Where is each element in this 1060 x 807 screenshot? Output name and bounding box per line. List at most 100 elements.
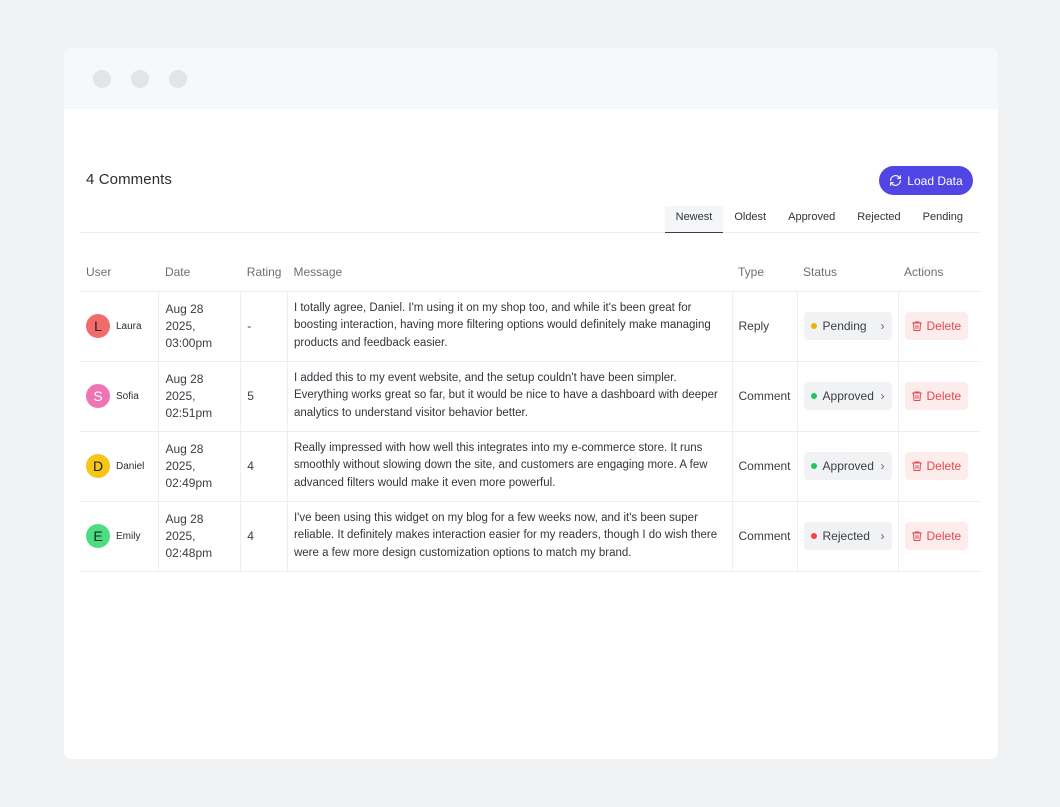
table-row: D Daniel Aug 28 2025, 02:49pm 4 Really im… xyxy=(80,430,980,501)
delete-button[interactable]: Delete xyxy=(904,312,968,340)
delete-label: Delete xyxy=(926,529,962,543)
status-label: Approved xyxy=(822,459,874,473)
status-cell: Rejected › xyxy=(797,500,899,572)
trash-icon xyxy=(911,531,922,541)
status-dot-icon xyxy=(810,323,817,329)
table-row: L Laura Aug 28 2025, 03:00pm - I totally … xyxy=(80,290,980,361)
date-cell: Aug 28 2025, 02:49pm xyxy=(158,430,242,501)
chevron-right-icon: › xyxy=(880,459,885,473)
date-text: Aug 28 2025, xyxy=(165,511,204,543)
avatar: E xyxy=(86,524,110,548)
user-name: Emily xyxy=(116,530,141,542)
status-dot-icon xyxy=(810,393,817,399)
message-text: Really impressed with how well this inte… xyxy=(293,441,708,489)
status-cell: Pending › xyxy=(797,290,899,361)
user-cell: D Daniel xyxy=(80,430,160,501)
trash-icon xyxy=(911,321,922,331)
user-cell: S Sofia xyxy=(80,360,160,431)
delete-label: Delete xyxy=(926,319,962,333)
user-cell: E Emily xyxy=(80,500,160,572)
rating-cell: - xyxy=(240,290,288,361)
tab-oldest[interactable]: Oldest xyxy=(723,206,777,233)
type-cell: Comment xyxy=(732,430,798,501)
comments-table: User Date Rating Message Type Status Actions L… xyxy=(80,253,980,572)
app-window: 4 Comments Load Data Newest Oldest Approve… xyxy=(64,48,998,759)
refresh-icon xyxy=(890,175,902,186)
column-header-date: Date xyxy=(164,264,191,279)
actions-cell: Delete xyxy=(898,290,980,361)
user: E Emily xyxy=(86,524,152,548)
avatar: S xyxy=(86,384,110,408)
window-titlebar xyxy=(64,48,998,109)
date-cell: Aug 28 2025, 02:51pm xyxy=(158,360,242,431)
time-text: 03:00pm xyxy=(165,335,213,350)
delete-button[interactable]: Delete xyxy=(904,452,968,480)
load-data-label: Load Data xyxy=(907,173,963,188)
column-header-type: Type xyxy=(738,264,765,279)
time-text: 02:49pm xyxy=(165,475,213,490)
delete-label: Delete xyxy=(926,389,962,403)
user-name: Daniel xyxy=(116,460,145,472)
status-cell: Approved › xyxy=(797,360,899,431)
rating-cell: 4 xyxy=(240,430,288,501)
date-text: Aug 28 2025, xyxy=(165,301,204,333)
message-cell: I added this to my event website, and th… xyxy=(287,360,733,431)
delete-label: Delete xyxy=(926,459,962,473)
message-text: I totally agree, Daniel. I'm using it on… xyxy=(293,301,711,349)
tab-approved[interactable]: Approved xyxy=(777,206,846,233)
tab-newest[interactable]: Newest xyxy=(664,206,724,233)
type-cell: Comment xyxy=(732,360,798,431)
actions-cell: Delete xyxy=(898,500,980,572)
type-cell: Comment xyxy=(732,500,798,572)
filter-tabs: Newest Oldest Approved Rejected Pending xyxy=(80,206,980,233)
message-text: I've been using this widget on my blog f… xyxy=(293,511,718,559)
status-dot-icon xyxy=(810,533,817,539)
column-header-rating: Rating xyxy=(246,264,282,279)
column-header-status: Status xyxy=(803,264,838,279)
trash-icon xyxy=(911,391,922,401)
rating-cell: 4 xyxy=(240,500,288,572)
column-header-message: Message xyxy=(293,264,343,279)
delete-button[interactable]: Delete xyxy=(904,522,968,550)
table-header-row: User Date Rating Message Type Status Actions xyxy=(80,253,980,291)
status-label: Approved xyxy=(822,389,874,403)
window-dot-icon xyxy=(169,70,187,88)
tab-pending[interactable]: Pending xyxy=(912,206,974,233)
status-dropdown[interactable]: Pending › xyxy=(803,312,892,340)
delete-button[interactable]: Delete xyxy=(904,382,968,410)
status-label: Pending xyxy=(822,319,867,333)
window-dot-icon xyxy=(131,70,149,88)
status-dropdown[interactable]: Approved › xyxy=(803,382,892,410)
date-cell: Aug 28 2025, 02:48pm xyxy=(158,500,242,572)
user: L Laura xyxy=(86,314,152,338)
actions-cell: Delete xyxy=(898,360,980,431)
page-title: 4 Comments xyxy=(86,171,173,188)
user: D Daniel xyxy=(86,454,152,478)
user-cell: L Laura xyxy=(80,290,160,361)
avatar: D xyxy=(86,454,110,478)
message-cell: I totally agree, Daniel. I'm using it on… xyxy=(287,290,733,361)
status-dropdown[interactable]: Rejected › xyxy=(803,522,892,550)
date-cell: Aug 28 2025, 03:00pm xyxy=(158,290,242,361)
type-cell: Reply xyxy=(732,290,798,361)
user-name: Sofia xyxy=(116,390,139,402)
window-dot-icon xyxy=(93,70,111,88)
chevron-right-icon: › xyxy=(880,389,885,403)
user-name: Laura xyxy=(116,320,142,332)
tab-rejected[interactable]: Rejected xyxy=(846,206,911,233)
time-text: 02:48pm xyxy=(165,545,213,560)
table-row: S Sofia Aug 28 2025, 02:51pm 5 I added th… xyxy=(80,360,980,431)
status-dropdown[interactable]: Approved › xyxy=(803,452,892,480)
message-cell: Really impressed with how well this inte… xyxy=(287,430,733,501)
load-data-button[interactable]: Load Data xyxy=(879,166,973,195)
rating-cell: 5 xyxy=(240,360,288,431)
date-text: Aug 28 2025, xyxy=(165,441,204,473)
message-cell: I've been using this widget on my blog f… xyxy=(287,500,733,572)
status-label: Rejected xyxy=(822,529,870,543)
table-row: E Emily Aug 28 2025, 02:48pm 4 I've been … xyxy=(80,500,980,572)
status-cell: Approved › xyxy=(797,430,899,501)
column-header-user: User xyxy=(86,264,112,279)
actions-cell: Delete xyxy=(898,430,980,501)
table-body: L Laura Aug 28 2025, 03:00pm - I totally … xyxy=(80,290,980,572)
time-text: 02:51pm xyxy=(165,405,213,420)
